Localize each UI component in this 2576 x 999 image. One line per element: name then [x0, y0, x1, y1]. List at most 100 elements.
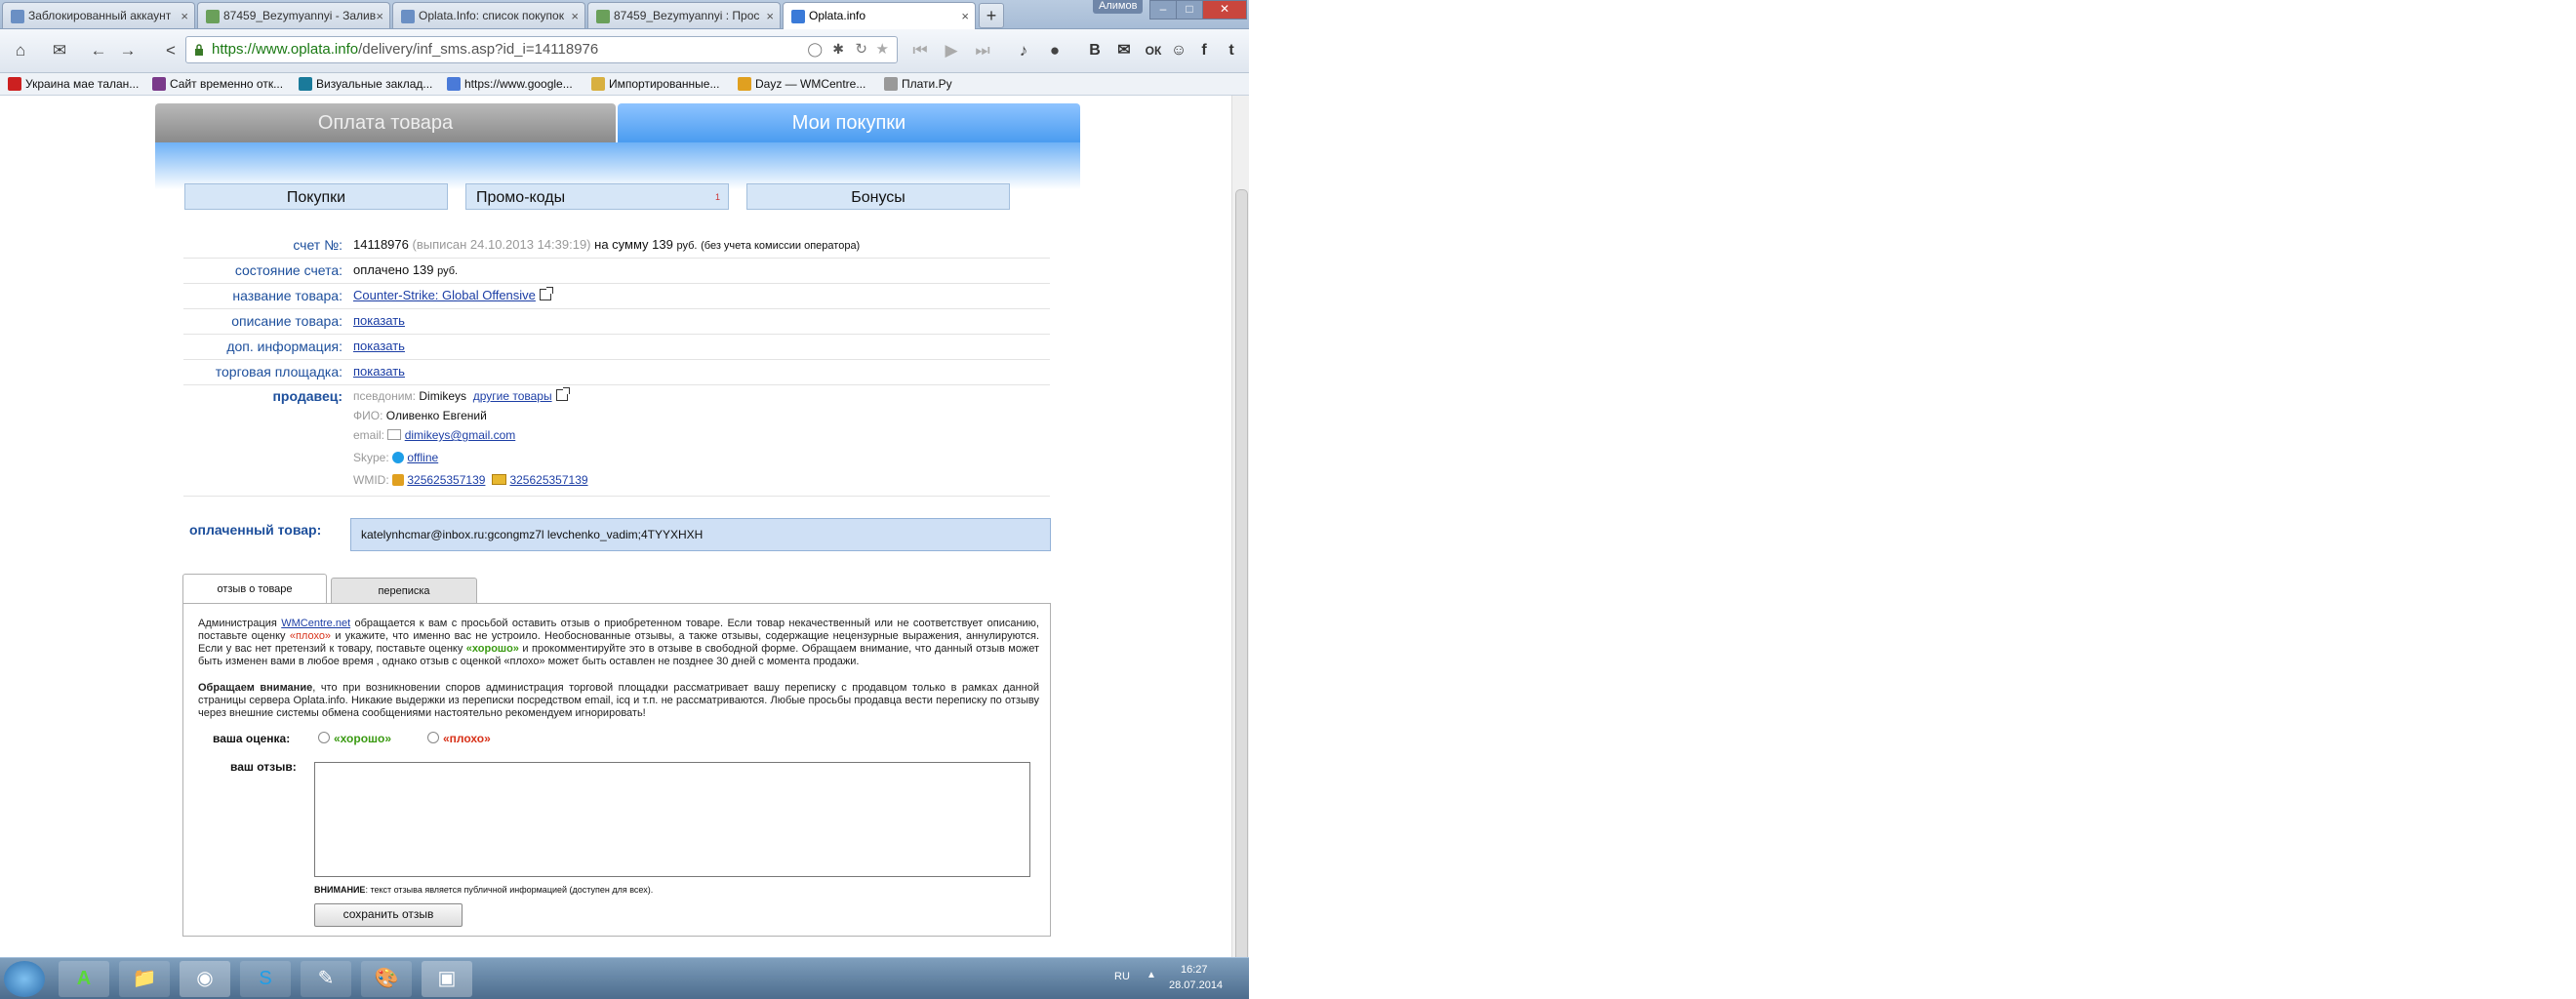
home-icon[interactable]: ⌂: [8, 38, 33, 63]
bookmark-item[interactable]: Импортированные...: [591, 76, 719, 92]
invoice-value: 14118976 (выписан 24.10.2013 14:39:19) н…: [353, 237, 861, 252]
steam-icon[interactable]: ◉: [180, 961, 230, 997]
odnoklassniki-icon[interactable]: ОК: [1142, 39, 1165, 62]
tab-my-purchases[interactable]: Мои покупки: [618, 103, 1080, 142]
google-icon: [447, 77, 461, 91]
chat-icon[interactable]: ●: [1042, 38, 1067, 63]
clock-time[interactable]: 16:27: [1181, 964, 1208, 976]
new-tab-button[interactable]: +: [979, 3, 1004, 28]
wmcentre-link[interactable]: WMCentre.net: [281, 618, 350, 629]
skip-forward-icon[interactable]: ⏭: [970, 38, 995, 63]
facebook-icon[interactable]: f: [1192, 39, 1216, 62]
share-icon[interactable]: <: [158, 38, 183, 63]
youtube-icon: [8, 77, 21, 91]
extension-icon[interactable]: ✱: [832, 41, 844, 58]
dispute-notice: Обращаем внимание, что при возникновении…: [198, 682, 1039, 719]
tab-oplata-active[interactable]: Oplata.info ×: [783, 2, 976, 29]
a-app-icon[interactable]: A: [59, 961, 109, 997]
rating-bad-option[interactable]: «плохо»: [427, 732, 491, 745]
subtab-promo-codes[interactable]: Промо-коды 1: [465, 183, 729, 210]
show-marketplace-link[interactable]: показать: [353, 364, 405, 379]
start-orb-icon[interactable]: [4, 961, 45, 997]
bookmark-item[interactable]: Сайт временно отк...: [152, 76, 283, 92]
twitter-icon[interactable]: t: [1220, 39, 1243, 62]
subtab-purchases[interactable]: Покупки: [184, 183, 448, 210]
marketplace-label: торговая площадка:: [215, 364, 342, 380]
external-link-icon[interactable]: [539, 287, 553, 300]
play-icon[interactable]: ▶: [939, 38, 964, 63]
bookmark-item[interactable]: Плати.Ру: [884, 76, 952, 92]
notepad-icon[interactable]: ✎: [301, 961, 351, 997]
screenshot-icon[interactable]: ▣: [422, 961, 472, 997]
tab-purchases-list[interactable]: Oplata.Info: список покупок ×: [392, 2, 585, 28]
invoice-row: счет №: 14118976 (выписан 24.10.2013 14:…: [183, 232, 1050, 259]
mail-ru-icon[interactable]: ✉: [1112, 39, 1136, 62]
radio-bad[interactable]: [427, 732, 439, 743]
vk-icon[interactable]: В: [1083, 39, 1107, 62]
tab-favicon-icon: [791, 10, 805, 23]
address-url: https://www.oplata.info/delivery/inf_sms…: [212, 41, 599, 58]
cart-icon: [884, 77, 898, 91]
paint-icon[interactable]: 🎨: [361, 961, 412, 997]
forward-icon[interactable]: →: [115, 38, 141, 63]
skype-status-link[interactable]: offline: [407, 451, 438, 464]
back-icon[interactable]: ←: [86, 38, 111, 63]
seller-alias-line: псевдоним: Dimikeys другие товары: [353, 386, 588, 406]
description-row: описание товара: показать: [183, 308, 1050, 335]
mail-icon[interactable]: ✉: [47, 38, 72, 63]
scrollbar-thumb[interactable]: [1235, 189, 1248, 972]
save-review-button[interactable]: сохранить отзыв: [314, 903, 463, 927]
review-textarea[interactable]: [314, 762, 1030, 877]
tab-label: 87459_Bezymyannyi : Прос: [614, 9, 760, 22]
address-bar[interactable]: https://www.oplata.info/delivery/inf_sms…: [185, 36, 898, 63]
product-link[interactable]: Counter-Strike: Global Offensive: [353, 288, 536, 302]
page-content: Оплата товара Мои покупки Покупки Промо-…: [155, 96, 1080, 957]
tab-correspondence[interactable]: переписка: [331, 578, 477, 603]
clock-date[interactable]: 28.07.2014: [1169, 979, 1223, 991]
close-icon[interactable]: ×: [376, 3, 383, 28]
radio-good[interactable]: [318, 732, 330, 743]
bookmark-item[interactable]: Dayz — WMCentre...: [738, 76, 865, 92]
external-link-icon[interactable]: [555, 387, 570, 401]
tab-pay-goods[interactable]: Оплата товара: [155, 103, 616, 142]
folder-icon[interactable]: 📁: [119, 961, 170, 997]
wmid-link-1[interactable]: 325625357139: [407, 473, 485, 487]
bookmark-item[interactable]: Визуальные заклад...: [299, 76, 432, 92]
tab-pros[interactable]: 87459_Bezymyannyi : Прос ×: [587, 2, 781, 28]
webmoney-icon: [392, 474, 404, 486]
wmid-link-2[interactable]: 325625357139: [509, 473, 587, 487]
skype-icon[interactable]: S: [240, 961, 291, 997]
review-label: ваш отзыв:: [230, 760, 297, 774]
bookmark-item[interactable]: Украина мае талан...: [8, 76, 139, 92]
close-icon[interactable]: ×: [181, 3, 188, 28]
bookmark-item[interactable]: https://www.google...: [447, 76, 573, 92]
minimize-button[interactable]: –: [1149, 0, 1177, 20]
maximize-button[interactable]: □: [1176, 0, 1203, 20]
tab-zaliv[interactable]: 87459_Bezymyannyi - Залив ×: [197, 2, 390, 28]
subtab-bonuses[interactable]: Бонусы: [746, 183, 1010, 210]
reload-icon[interactable]: ↻: [855, 40, 867, 58]
rating-good-option[interactable]: «хорошо»: [318, 732, 391, 745]
close-icon[interactable]: ×: [766, 3, 774, 28]
close-icon[interactable]: ×: [961, 3, 969, 29]
seller-email-link[interactable]: dimikeys@gmail.com: [405, 428, 516, 442]
moi-mir-icon[interactable]: ☺: [1167, 39, 1190, 62]
page-scrollbar[interactable]: [1231, 96, 1249, 972]
show-description-link[interactable]: показать: [353, 313, 405, 328]
tab-review[interactable]: отзыв о товаре: [182, 574, 327, 604]
tab-blocked-account[interactable]: Заблокированный аккаунт ×: [2, 2, 195, 28]
shield-icon[interactable]: ◯: [807, 41, 823, 58]
tray-arrow-icon[interactable]: ▲: [1147, 970, 1156, 980]
close-icon[interactable]: ×: [571, 3, 579, 28]
browser-toolbar: ⌂ ✉ ← → < https://www.oplata.info/delive…: [0, 29, 1249, 73]
skip-back-icon[interactable]: ⏮: [907, 38, 933, 63]
bookmark-icon: [152, 77, 166, 91]
star-icon[interactable]: ★: [876, 40, 889, 58]
close-window-button[interactable]: ✕: [1202, 0, 1247, 20]
paid-goods-value[interactable]: katelynhcmar@inbox.ru:gcongmz7l levchenk…: [350, 518, 1051, 551]
subtab-promo-label: Промо-коды: [476, 189, 566, 206]
music-icon[interactable]: ♪: [1011, 38, 1036, 63]
show-extra-info-link[interactable]: показать: [353, 339, 405, 353]
other-goods-link[interactable]: другие товары: [473, 389, 552, 403]
language-indicator[interactable]: RU: [1114, 971, 1130, 982]
